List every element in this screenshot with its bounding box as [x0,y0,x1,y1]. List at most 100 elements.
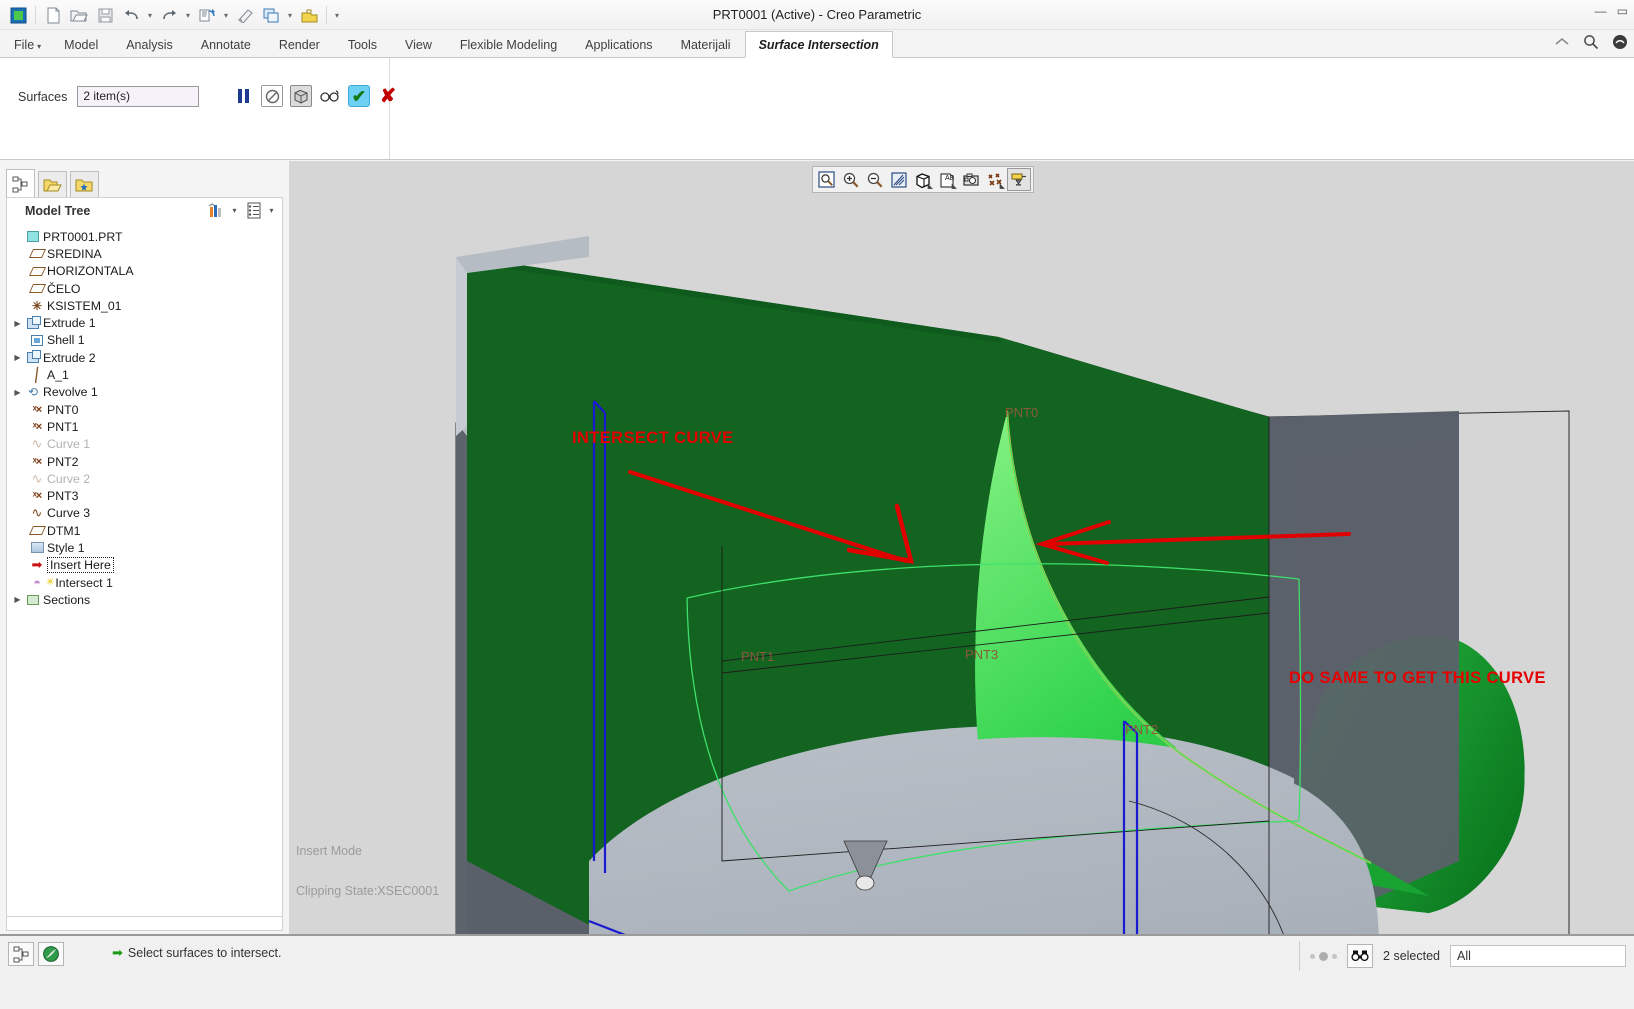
tree-filters-caret[interactable]: ▾ [230,206,239,215]
undo-dropdown-caret[interactable]: ▾ [145,11,155,20]
tab-flexible-modeling[interactable]: Flexible Modeling [446,31,571,57]
search-icon[interactable] [1581,32,1601,52]
datum-display-filters-icon[interactable]: ◣ [983,168,1007,191]
tree-item-a-1[interactable]: ╱ A_1 [7,366,282,383]
window-dropdown-caret[interactable]: ▾ [285,11,295,20]
pause-button[interactable] [232,85,254,107]
expander[interactable]: ▶ [11,319,24,328]
expander[interactable]: ▶ [11,595,24,604]
saved-orientations-icon[interactable]: AB ◣ [935,168,959,191]
regenerate-icon[interactable] [195,3,219,27]
surfaces-collector[interactable]: 2 item(s) [77,86,200,107]
folder-browser-tab[interactable] [38,171,67,198]
status-right-group[interactable]: 2 selected All [1299,941,1626,971]
zoom-out-icon[interactable] [863,168,887,191]
window-controls[interactable]: — ▭ [1595,4,1628,18]
cancel-button[interactable]: ✘ [377,85,399,107]
creo-logo-icon[interactable] [6,3,30,27]
navigator-tabs[interactable] [6,169,99,198]
tree-item-insert-here[interactable]: ➡ Insert Here [7,557,282,574]
tree-item-revolve-1[interactable]: ▶ ⟲ Revolve 1 [7,384,282,401]
expander[interactable]: ▶ [11,388,24,397]
redo-dropdown-caret[interactable]: ▾ [183,11,193,20]
tree-settings-caret[interactable]: ▾ [267,206,276,215]
tab-annotate[interactable]: Annotate [187,31,265,57]
collapse-ribbon-icon[interactable] [1552,32,1572,52]
tab-tools[interactable]: Tools [334,31,391,57]
tree-item-shell-1[interactable]: Shell 1 [7,332,282,349]
tree-item-prt0001[interactable]: ▶ PRT0001.PRT [7,228,282,245]
model-tree-toggle-icon[interactable] [8,942,34,966]
expander[interactable]: ▶ [11,353,24,362]
tree-filters-icon[interactable] [205,201,227,221]
tree-item-intersect-1[interactable]: ◓ ✳ Intersect 1 [7,574,282,591]
tree-item-ksistem-01[interactable]: ✳ KSISTEM_01 [7,297,282,314]
tree-item-horizontala[interactable]: HORIZONTALA [7,263,282,280]
repaint-icon[interactable] [887,168,911,191]
browser-toggle-icon[interactable] [38,942,64,966]
tab-analysis[interactable]: Analysis [112,31,187,57]
new-file-icon[interactable] [41,3,65,27]
tree-settings-icon[interactable] [242,201,264,221]
tree-item-pnt3[interactable]: ˣ× PNT3 [7,487,282,504]
search-selection-icon[interactable] [1347,944,1374,968]
tree-item-sredina[interactable]: SREDINA [7,245,282,262]
preview-geometry-button[interactable] [290,85,312,107]
resume-button[interactable] [261,85,283,107]
tree-item-curve-2[interactable]: ∿ Curve 2 [7,470,282,487]
window-icon[interactable] [259,3,283,27]
favorites-tab[interactable] [70,171,99,198]
save-icon[interactable] [93,3,117,27]
status-left-buttons[interactable] [8,942,64,966]
tree-item-extrude-1[interactable]: ▶ Extrude 1 [7,314,282,331]
open-file-icon[interactable] [67,3,91,27]
qat-overflow-caret[interactable]: ▾ [332,11,342,20]
regenerate-dropdown-caret[interactable]: ▾ [221,11,231,20]
tree-item-pnt0[interactable]: ˣ× PNT0 [7,401,282,418]
qat-separator-2 [326,6,327,24]
tab-render[interactable]: Render [265,31,334,57]
quick-access-toolbar[interactable]: ▾ ▾ ▾ ▾ ▾ [6,2,342,28]
tree-item-celo[interactable]: ČELO [7,280,282,297]
refit-icon[interactable] [815,168,839,191]
annotation-display-icon[interactable] [1007,168,1031,191]
maximize-button[interactable]: ▭ [1617,4,1628,18]
tab-model[interactable]: Model [50,31,112,57]
tab-materijali[interactable]: Materijali [667,31,745,57]
tree-item-dtm1[interactable]: DTM1 [7,522,282,539]
tab-applications[interactable]: Applications [571,31,666,57]
tree-item-pnt2[interactable]: ˣ× PNT2 [7,453,282,470]
dashboard-tool-buttons[interactable]: ✔ ✘ [232,85,399,107]
graphics-viewport[interactable]: PNT0 PNT1 PNT3 PNT2 INTERSECT CURVE DO S… [289,161,1634,934]
redo-icon[interactable] [157,3,181,27]
ribbon-tab-bar[interactable]: File ▾ Model Analysis Annotate Render Too… [0,30,1634,58]
tree-item-curve-3[interactable]: ∿ Curve 3 [7,505,282,522]
tree-item-extrude-2[interactable]: ▶ Extrude 2 [7,349,282,366]
tree-item-sections[interactable]: ▶ Sections [7,591,282,608]
tree-item-pnt1[interactable]: ˣ× PNT1 [7,418,282,435]
graphics-toolbar[interactable]: ◣ AB ◣ ◣ [812,166,1034,193]
dropdown-corner[interactable]: ◣ [1000,182,1005,190]
view-manager-icon[interactable] [959,168,983,191]
dropdown-corner[interactable]: ◣ [928,182,933,190]
tree-item-style-1[interactable]: Style 1 [7,539,282,556]
undo-icon[interactable] [119,3,143,27]
tree-item-curve-1[interactable]: ∿ Curve 1 [7,436,282,453]
tab-surface-intersection[interactable]: Surface Intersection [744,31,893,58]
close-window-icon[interactable] [297,3,321,27]
zoom-in-icon[interactable] [839,168,863,191]
minimize-button[interactable]: — [1595,4,1607,18]
ribbon-right-icons[interactable] [1552,32,1630,52]
dropdown-corner[interactable]: ◣ [952,182,957,190]
repaint-icon[interactable] [233,3,257,27]
model-tree-tab[interactable] [6,169,35,198]
display-style-icon[interactable]: ◣ [911,168,935,191]
selection-filter-select[interactable]: All [1450,945,1626,967]
accept-button[interactable]: ✔ [348,85,370,107]
tab-view[interactable]: View [391,31,446,57]
model-tree-header-tools[interactable]: ▾ ▾ [205,201,276,221]
tab-file[interactable]: File ▾ [0,31,50,57]
help-icon[interactable] [1610,32,1630,52]
model-tree[interactable]: ▶ PRT0001.PRT SREDINA HORIZONTALA ČELO ✳… [6,223,283,917]
preview-button[interactable] [319,85,341,107]
